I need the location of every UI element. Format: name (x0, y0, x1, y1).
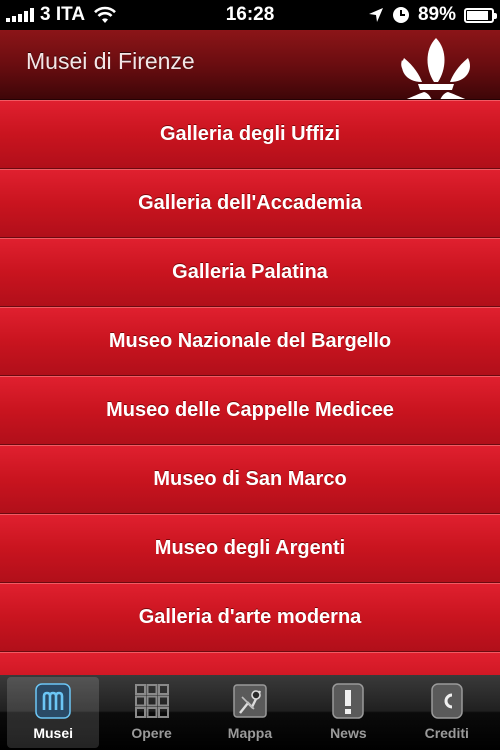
page-title: Musei di Firenze (26, 48, 195, 74)
museum-m-icon (35, 683, 71, 719)
museum-list[interactable]: Galleria degli Uffizi Galleria dell'Accad… (0, 100, 500, 675)
nav-header: Musei di Firenze (0, 30, 500, 100)
museum-list-item[interactable]: Galleria Palatina (0, 238, 500, 307)
tab-label: Mappa (227, 725, 273, 741)
museum-list-item[interactable]: Museo delle Cappelle Medicee (0, 376, 500, 445)
museum-list-item[interactable]: Galleria dell'Accademia (0, 169, 500, 238)
tab-bar: Musei Opere Mappa News Crediti (0, 675, 500, 750)
museum-list-item[interactable]: Galleria degli Uffizi (0, 100, 500, 169)
status-bar: 3 ITA 16:28 89% (0, 0, 500, 30)
museum-list-item[interactable]: Museo di San Marco (0, 445, 500, 514)
museum-list-item[interactable]: Museo degli Argenti (0, 514, 500, 583)
museum-name: Galleria degli Uffizi (159, 123, 341, 145)
tab-opere[interactable]: Opere (106, 677, 198, 748)
battery-fill (467, 10, 489, 20)
museum-list-item[interactable]: Museo Nazionale del Bargello (0, 307, 500, 376)
museum-name: Galleria Palatina (172, 261, 328, 283)
museum-name: Museo di San Marco (153, 468, 347, 490)
alarm-clock-icon (392, 7, 409, 23)
tab-label: Crediti (424, 725, 469, 741)
exclamation-icon (332, 683, 365, 719)
tab-label: Musei (33, 725, 74, 741)
grid-icon (134, 684, 169, 718)
tab-label: News (330, 725, 367, 741)
tab-mappa[interactable]: Mappa (204, 677, 296, 748)
museum-list-item[interactable]: Galleria d'arte moderna (0, 583, 500, 652)
tab-crediti[interactable]: Crediti (401, 677, 493, 748)
location-arrow-icon (368, 8, 383, 22)
museum-name: Museo degli Argenti (154, 537, 346, 559)
tab-musei[interactable]: Musei (7, 677, 100, 748)
credits-c-icon (431, 683, 463, 719)
museum-name: Museo delle Cappelle Medicee (106, 399, 394, 421)
tab-label: Opere (131, 725, 172, 741)
battery-icon (464, 7, 497, 23)
museum-list-item[interactable] (0, 652, 500, 675)
museum-name: Galleria dell'Accademia (138, 192, 362, 214)
battery-percent: 89% (417, 4, 456, 25)
florence-lily-icon (401, 38, 470, 99)
museum-name: Galleria d'arte moderna (138, 606, 362, 628)
museum-name: Museo Nazionale del Bargello (108, 330, 392, 352)
tab-news[interactable]: News (302, 677, 394, 748)
map-icon (233, 684, 267, 718)
